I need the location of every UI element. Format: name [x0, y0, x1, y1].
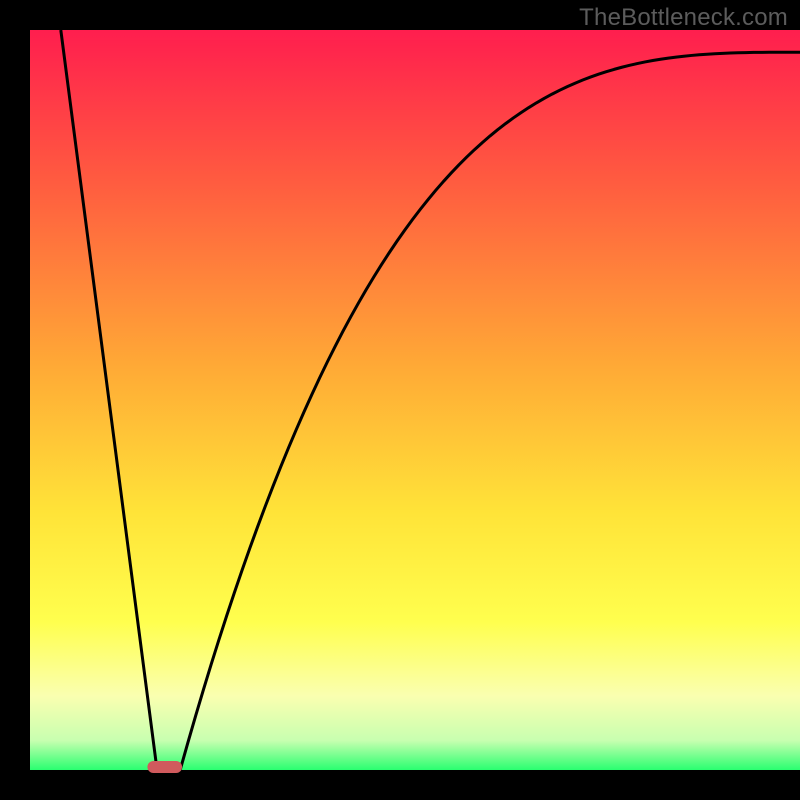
bottleneck-chart [0, 0, 800, 800]
chart-container: TheBottleneck.com [0, 0, 800, 800]
plot-area [30, 30, 800, 770]
sweet-spot-marker [147, 761, 182, 773]
watermark-text: TheBottleneck.com [579, 4, 788, 32]
